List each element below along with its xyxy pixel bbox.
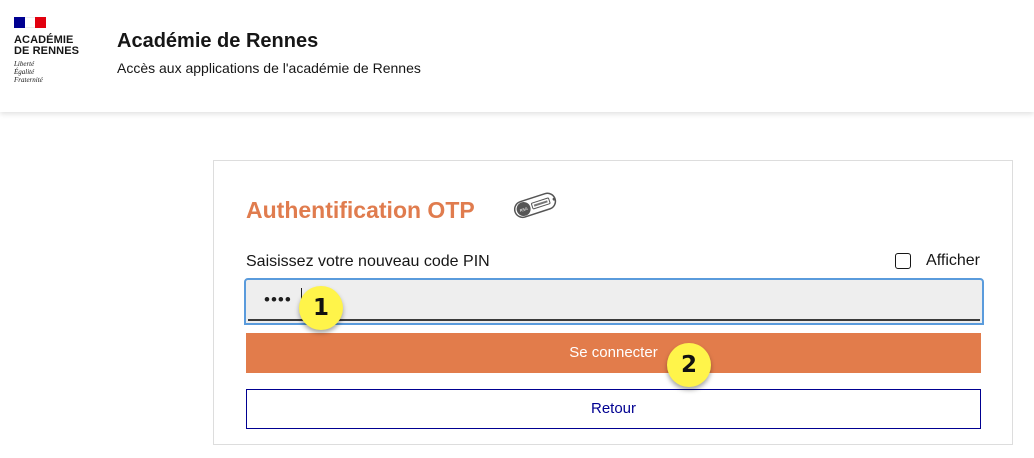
logo-title: ACADÉMIE DE RENNES	[14, 34, 80, 57]
site-header: ACADÉMIE DE RENNES Liberté Égalité Frate…	[0, 0, 1034, 112]
site-subtitle: Accès aux applications de l'académie de …	[117, 60, 421, 76]
pin-input-value: ••••	[264, 290, 292, 309]
french-flag-icon	[14, 17, 47, 28]
republique-logo[interactable]: ACADÉMIE DE RENNES Liberté Égalité Frate…	[14, 17, 94, 97]
pin-label: Saisissez votre nouveau code PIN	[246, 253, 490, 270]
back-button[interactable]: Retour	[246, 389, 981, 429]
logo-motto: Liberté Égalité Fraternité	[14, 60, 43, 84]
site-title[interactable]: Académie de Rennes	[117, 30, 318, 53]
show-pin-toggle[interactable]: Afficher	[895, 252, 980, 270]
step-marker-2: 2	[667, 343, 711, 387]
show-pin-label[interactable]: Afficher	[926, 252, 980, 270]
step-marker-1: 1	[299, 286, 343, 330]
connect-button[interactable]: Se connecter	[246, 333, 981, 373]
show-pin-checkbox[interactable]	[895, 253, 912, 269]
form-title: Authentification OTP	[246, 197, 475, 223]
pin-input[interactable]: ••••	[244, 278, 984, 325]
rsa-token-icon: RSA	[513, 192, 557, 219]
